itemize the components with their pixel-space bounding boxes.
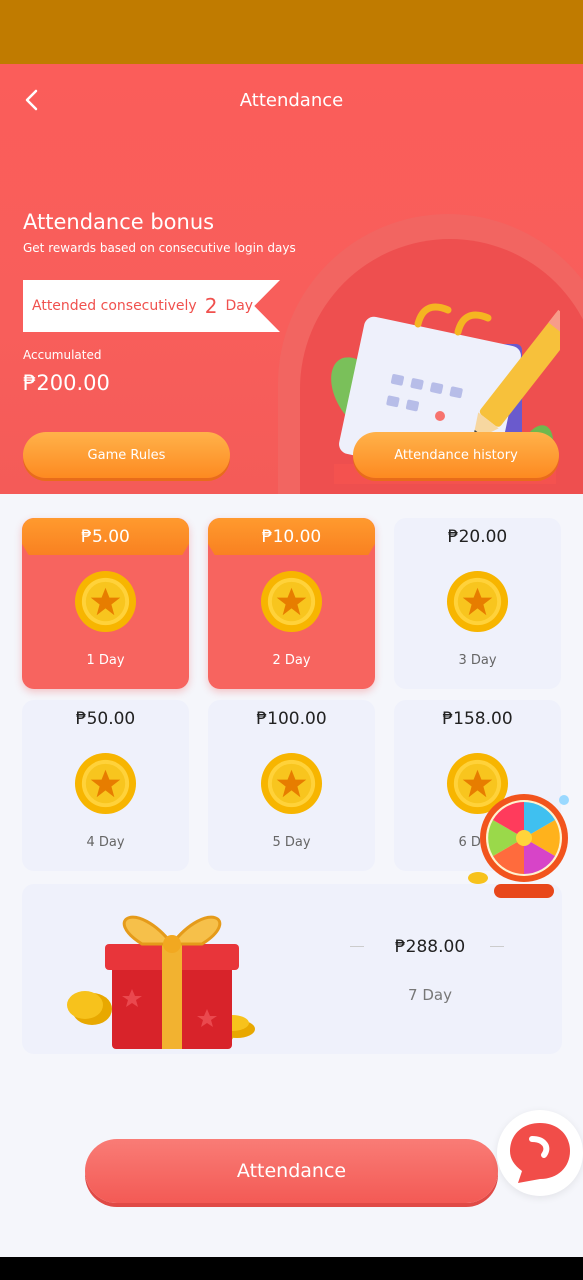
attendance-button[interactable]: Attendance: [85, 1139, 498, 1203]
game-rules-button[interactable]: Game Rules: [23, 432, 230, 478]
reward-card-day-4[interactable]: ₱50.00 4 Day: [22, 700, 189, 871]
reward-day: 4 Day: [86, 835, 125, 850]
reward-day: 1 Day: [86, 653, 125, 668]
reward-day: 7 Day: [408, 986, 452, 1004]
reward-card-day-3[interactable]: ₱20.00 3 Day: [394, 518, 561, 689]
reward-amount: ₱158.00: [442, 709, 513, 729]
system-navigation-bar: [0, 1257, 583, 1280]
reward-day: 2 Day: [272, 653, 311, 668]
consecutive-ribbon: Attended consecutively 2 Day: [23, 280, 280, 332]
chat-support-button[interactable]: [497, 1110, 583, 1196]
reward-amount: ₱100.00: [256, 709, 327, 729]
reward-card-day-2[interactable]: ₱10.00 2 Day: [208, 518, 375, 689]
bonus-subtitle: Get rewards based on consecutive login d…: [23, 241, 296, 255]
star-coin-icon: [446, 570, 509, 633]
consecutive-days: 2: [204, 294, 218, 318]
star-coin-icon: [74, 752, 137, 815]
reward-amount: ₱288.00: [394, 937, 466, 957]
reward-amount: ₱10.00: [261, 527, 322, 547]
bonus-title: Attendance bonus: [23, 210, 215, 234]
lucky-wheel-icon[interactable]: [466, 790, 574, 902]
attendance-header: Attendance Attendance bonus Get rewards …: [0, 64, 583, 494]
reward-card-day-7[interactable]: ₱288.00 7 Day: [22, 884, 562, 1054]
star-coin-icon: [74, 570, 137, 633]
reward-amount: ₱50.00: [75, 709, 136, 729]
reward-card-day-1[interactable]: ₱5.00 1 Day: [22, 518, 189, 689]
star-coin-icon: [260, 752, 323, 815]
attendance-history-button[interactable]: Attendance history: [353, 432, 559, 478]
page-title: Attendance: [239, 90, 344, 111]
consecutive-unit: Day: [225, 298, 254, 314]
reward-day: 3 Day: [458, 653, 497, 668]
reward-amount: ₱20.00: [447, 527, 508, 547]
reward-day: 5 Day: [272, 835, 311, 850]
star-coin-icon: [260, 570, 323, 633]
accumulated-label: Accumulated: [23, 348, 102, 362]
divider-right: [490, 946, 504, 947]
status-bar: [0, 0, 583, 64]
reward-amount: ₱5.00: [81, 527, 130, 547]
chat-support-icon: [510, 1123, 570, 1183]
accumulated-value: ₱200.00: [23, 371, 110, 395]
gift-box-icon: [67, 915, 255, 1049]
consecutive-label: Attended consecutively: [32, 298, 197, 314]
reward-card-day-5[interactable]: ₱100.00 5 Day: [208, 700, 375, 871]
